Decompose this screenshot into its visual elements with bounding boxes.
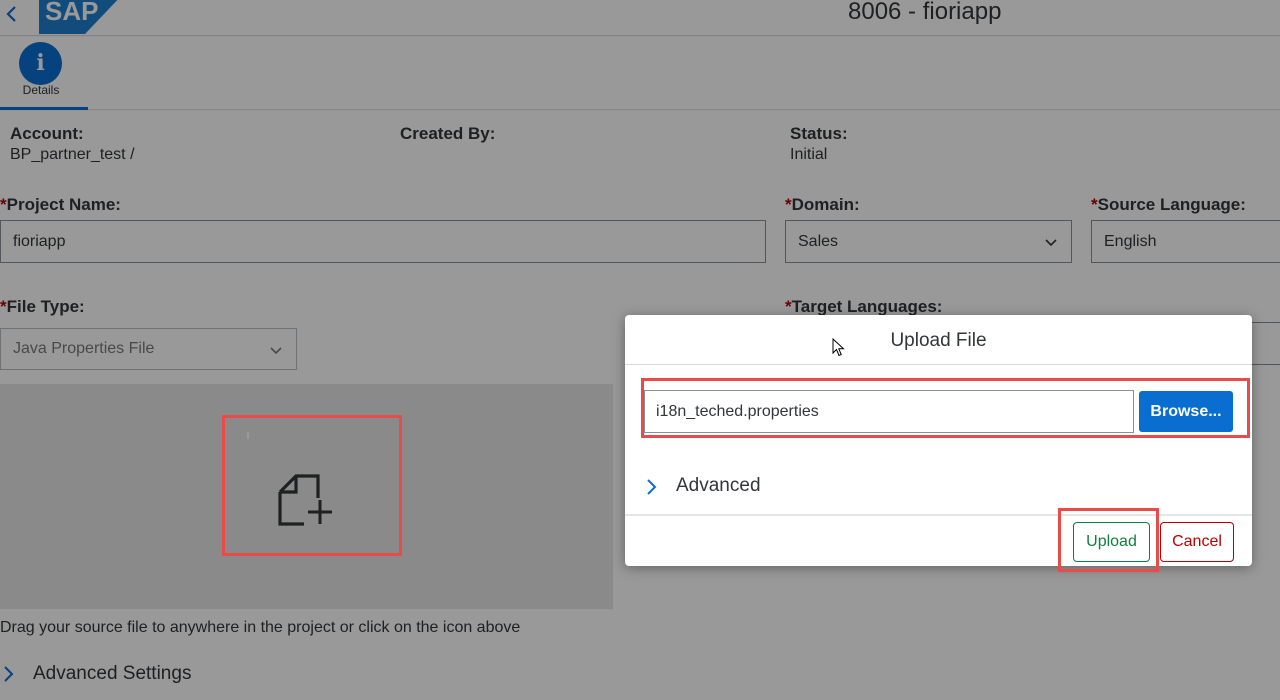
dialog-title: Upload File	[890, 330, 987, 351]
dialog-advanced-label: Advanced	[676, 475, 761, 496]
mouse-cursor-icon	[832, 338, 845, 357]
highlight-dropzone-icon	[222, 415, 402, 556]
chevron-right-icon	[647, 479, 657, 495]
cancel-button[interactable]: Cancel	[1160, 522, 1234, 562]
dialog-header: Upload File	[625, 315, 1252, 365]
highlight-file-input	[641, 378, 1250, 438]
highlight-upload-button	[1058, 508, 1159, 572]
dialog-advanced-toggle[interactable]: Advanced	[625, 470, 1252, 504]
